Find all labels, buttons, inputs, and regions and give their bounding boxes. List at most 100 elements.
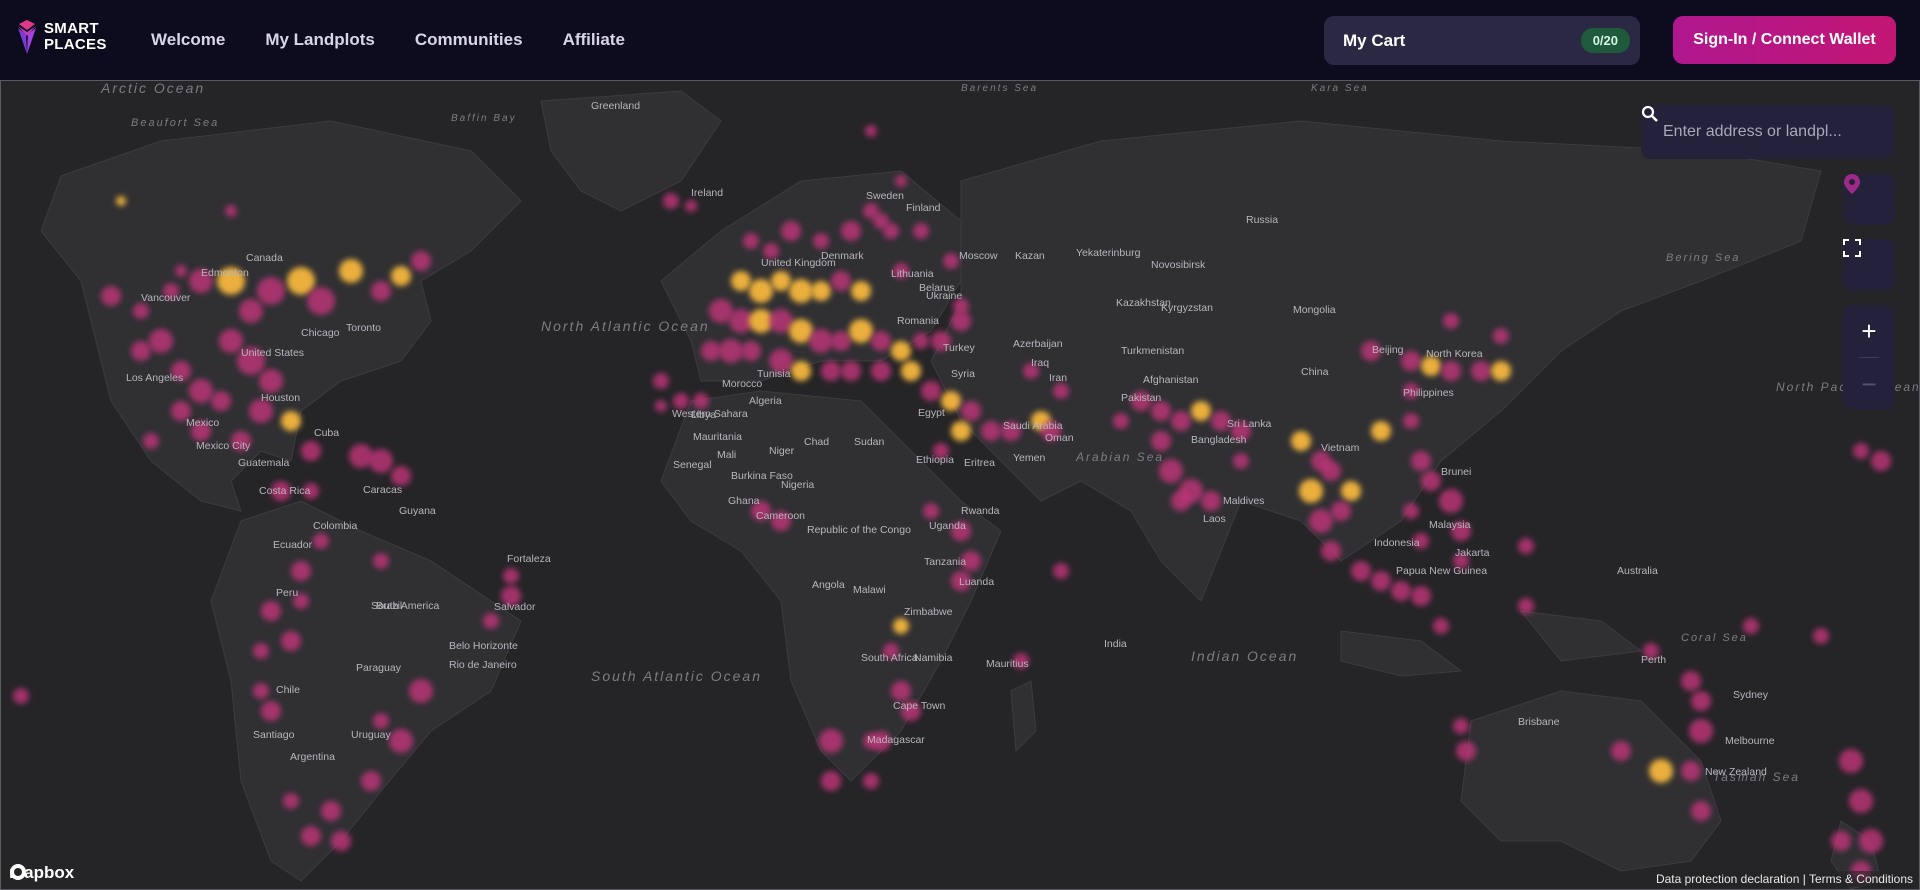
place-label: Sweden — [866, 190, 904, 202]
mapbox-logo[interactable]: mapbox — [9, 863, 74, 883]
heat-spot — [13, 688, 29, 704]
place-label: Uruguay — [351, 729, 391, 741]
heat-spot — [663, 193, 679, 209]
fullscreen-control — [1843, 239, 1895, 291]
heat-spot — [261, 601, 281, 621]
heat-spot — [133, 303, 149, 319]
heat-hotspot — [901, 361, 921, 381]
place-label: Turkey — [943, 342, 975, 354]
heat-spot — [1443, 313, 1459, 329]
heat-spot — [1743, 618, 1759, 634]
ocean-label: Baffin Bay — [451, 113, 517, 124]
heat-spot — [1456, 741, 1476, 761]
heat-spot — [331, 831, 351, 851]
logo-line-1: SMART — [44, 20, 99, 37]
place-label: Western Sahara — [672, 408, 748, 420]
heat-spot — [781, 221, 801, 241]
search-icon — [1641, 105, 1658, 122]
heat-hotspot — [749, 279, 773, 303]
heat-spot — [1309, 509, 1333, 533]
terms-link[interactable]: Terms & Conditions — [1809, 872, 1913, 886]
place-label: New Zealand — [1705, 766, 1767, 778]
place-label: Yekaterinburg — [1076, 247, 1141, 259]
heat-spot — [685, 200, 697, 212]
nav-my-landplots[interactable]: My Landplots — [265, 30, 375, 50]
place-label: Mauritius — [986, 658, 1029, 670]
data-protection-link[interactable]: Data protection declaration — [1656, 872, 1799, 886]
heat-spot — [1681, 671, 1701, 691]
heat-spot — [1439, 489, 1463, 513]
heat-spot — [291, 561, 311, 581]
heat-spot — [1151, 401, 1171, 421]
map-canvas[interactable]: Arctic Ocean Beaufort Sea North Atlantic… — [1, 81, 1919, 889]
heat-spot — [391, 466, 411, 486]
map-search[interactable] — [1641, 105, 1895, 159]
heat-spot — [693, 393, 709, 409]
heat-spot — [1411, 586, 1431, 606]
heat-spot — [891, 681, 911, 701]
cart-count-badge: 0/20 — [1580, 28, 1630, 53]
ocean-label: Beaufort Sea — [131, 117, 219, 129]
place-label: Lithuania — [891, 268, 934, 280]
place-label: Guyana — [399, 505, 436, 517]
heat-spot — [673, 393, 689, 409]
ocean-label: Coral Sea — [1681, 632, 1748, 644]
place-label: Toronto — [346, 322, 381, 334]
zoom-out-button[interactable]: − — [1843, 358, 1895, 410]
nav-affiliate[interactable]: Affiliate — [563, 30, 625, 50]
heat-spot — [809, 329, 833, 353]
place-label: North Korea — [1426, 348, 1483, 360]
heat-spot — [655, 400, 667, 412]
place-label: Peru — [276, 587, 298, 599]
heat-spot — [261, 701, 281, 721]
heat-spot — [307, 287, 335, 315]
heat-spot — [225, 205, 237, 217]
place-label: Novosibirsk — [1151, 259, 1206, 271]
heat-spot — [1391, 581, 1411, 601]
place-label: Costa Rica — [259, 485, 311, 497]
place-label: Melbourne — [1725, 735, 1775, 747]
place-label: Pakistan — [1121, 392, 1161, 404]
zoom-control: + − — [1843, 305, 1895, 410]
address-search-input[interactable] — [1661, 122, 1845, 142]
heat-spot — [831, 331, 851, 351]
smart-places-logo[interactable]: SMART PLACES — [16, 18, 107, 56]
heat-spot — [411, 251, 431, 271]
heat-spot — [821, 771, 841, 791]
locate-button[interactable] — [1843, 173, 1895, 225]
fullscreen-button[interactable] — [1843, 239, 1895, 291]
place-label: Kazan — [1015, 250, 1045, 262]
place-label: Cuba — [314, 427, 339, 439]
heat-spot — [503, 568, 519, 584]
place-label: Ghana — [728, 495, 760, 507]
heat-hotspot — [1371, 421, 1391, 441]
place-label: Cape Town — [893, 700, 946, 712]
sign-in-connect-wallet-button[interactable]: Sign-In / Connect Wallet — [1673, 16, 1896, 64]
heat-spot — [653, 373, 669, 389]
heat-hotspot — [287, 267, 315, 295]
place-label: Yemen — [1013, 452, 1045, 464]
heat-spot — [1441, 361, 1461, 381]
place-label: Greenland — [591, 100, 640, 112]
heat-spot — [1053, 563, 1069, 579]
nav-welcome[interactable]: Welcome — [151, 30, 225, 50]
nav-communities[interactable]: Communities — [415, 30, 523, 50]
heat-spot — [863, 773, 879, 789]
map-pin-icon — [1844, 174, 1860, 194]
world-map[interactable]: Arctic Ocean Beaufort Sea North Atlantic… — [0, 80, 1920, 890]
place-label: Mexico City — [196, 440, 251, 452]
heat-spot — [1151, 431, 1171, 451]
zoom-in-button[interactable]: + — [1843, 305, 1895, 357]
place-label: Nigeria — [781, 479, 814, 491]
place-label: Maldives — [1223, 495, 1264, 507]
heat-spot — [239, 299, 263, 323]
place-label: Namibia — [914, 652, 953, 664]
heat-spot — [1471, 361, 1491, 381]
place-label: Caracas — [363, 484, 402, 496]
place-label: Afghanistan — [1143, 374, 1199, 386]
heat-spot — [1233, 453, 1249, 469]
heat-spot — [1171, 411, 1191, 431]
cart-button[interactable]: My Cart 0/20 — [1324, 16, 1640, 65]
heat-hotspot — [1299, 479, 1323, 503]
heat-spot — [1433, 618, 1449, 634]
